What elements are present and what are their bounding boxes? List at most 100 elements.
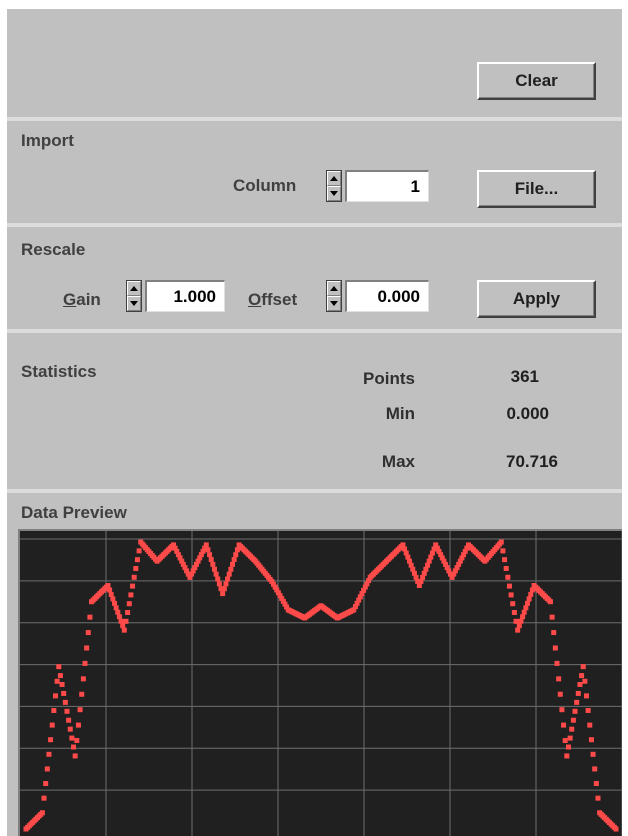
data-point	[587, 722, 593, 728]
rescale-section-title: Rescale	[21, 240, 86, 259]
data-point	[513, 618, 519, 624]
data-point	[510, 601, 516, 607]
gain-spinner[interactable]	[126, 280, 142, 312]
data-point	[120, 623, 126, 629]
data-point	[208, 557, 214, 563]
data-point	[590, 751, 596, 757]
data-point	[43, 781, 49, 787]
min-value: 0.000	[506, 404, 549, 423]
spin-up-arrow-icon[interactable]	[327, 171, 341, 186]
apply-button[interactable]: Apply	[477, 280, 596, 318]
file-button[interactable]: File...	[477, 170, 596, 208]
data-point	[226, 571, 232, 577]
data-point	[503, 565, 509, 571]
data-point	[549, 614, 555, 620]
data-point	[520, 614, 526, 620]
data-point	[133, 565, 139, 571]
data-point	[223, 581, 229, 587]
column-spinner[interactable]	[326, 170, 342, 202]
data-point	[128, 592, 134, 598]
data-point	[48, 737, 54, 743]
offset-spinner[interactable]	[326, 280, 342, 312]
data-point	[131, 574, 137, 580]
data-point	[228, 566, 234, 572]
gain-label: Gain	[63, 290, 101, 309]
data-preview-plot	[20, 531, 622, 836]
data-point	[62, 699, 68, 705]
spin-up-arrow-icon[interactable]	[127, 281, 141, 296]
data-point	[59, 682, 65, 688]
data-point	[105, 582, 111, 588]
data-point	[134, 557, 140, 563]
data-point	[551, 630, 557, 636]
data-point	[577, 682, 583, 688]
data-point	[53, 693, 58, 699]
data-point	[588, 737, 594, 743]
data-point	[108, 591, 114, 597]
data-point	[521, 609, 527, 615]
data-point	[580, 664, 586, 670]
data-point	[54, 678, 60, 684]
data-point	[207, 552, 213, 558]
section-divider	[7, 117, 622, 121]
max-value: 70.716	[506, 452, 558, 471]
data-point	[72, 753, 78, 759]
data-point	[69, 735, 75, 741]
data-point	[498, 539, 504, 545]
spin-down-arrow-icon[interactable]	[327, 296, 341, 311]
data-point	[44, 766, 50, 772]
data-point	[84, 645, 90, 651]
spin-down-arrow-icon[interactable]	[327, 186, 341, 201]
data-point	[556, 676, 562, 682]
data-point	[79, 691, 85, 697]
spin-down-arrow-icon[interactable]	[127, 296, 141, 311]
data-point	[64, 708, 70, 714]
data-point	[518, 618, 524, 624]
data-point	[77, 707, 83, 713]
data-point	[49, 722, 55, 728]
column-input[interactable]	[345, 170, 429, 202]
data-point	[572, 708, 578, 714]
data-point	[215, 576, 221, 582]
data-point	[75, 722, 81, 728]
data-point	[56, 664, 62, 670]
data-point	[525, 600, 530, 606]
min-label: Min	[385, 404, 415, 423]
gain-input[interactable]	[145, 280, 225, 312]
data-point	[125, 610, 131, 616]
clear-button[interactable]: Clear	[477, 62, 596, 100]
data-preview-chart	[18, 529, 622, 836]
data-point	[71, 744, 77, 750]
data-point	[80, 676, 86, 682]
data-point	[584, 693, 589, 699]
data-point	[592, 766, 598, 772]
data-point	[557, 691, 563, 697]
data-point	[61, 690, 67, 696]
section-divider	[7, 329, 622, 333]
data-point	[559, 707, 565, 713]
data-point	[123, 618, 129, 624]
data-point	[205, 547, 211, 553]
data-point	[82, 660, 88, 666]
data-point	[112, 600, 117, 606]
data-point	[552, 645, 558, 651]
spin-up-arrow-icon[interactable]	[327, 281, 341, 296]
data-point	[508, 592, 514, 598]
data-point	[505, 574, 511, 580]
data-point	[565, 744, 571, 750]
data-point	[569, 726, 575, 732]
points-value: 361	[510, 367, 539, 386]
data-point	[203, 542, 209, 548]
data-point	[502, 557, 508, 563]
data-point	[579, 673, 585, 679]
data-point	[67, 726, 73, 732]
data-point	[213, 571, 219, 577]
data-point	[121, 627, 127, 633]
data-point	[57, 673, 63, 679]
max-label: Max	[381, 452, 415, 471]
data-point	[233, 552, 239, 558]
data-point	[547, 599, 553, 605]
data-point	[136, 548, 142, 554]
data-point	[515, 627, 521, 633]
offset-input[interactable]	[345, 280, 429, 312]
